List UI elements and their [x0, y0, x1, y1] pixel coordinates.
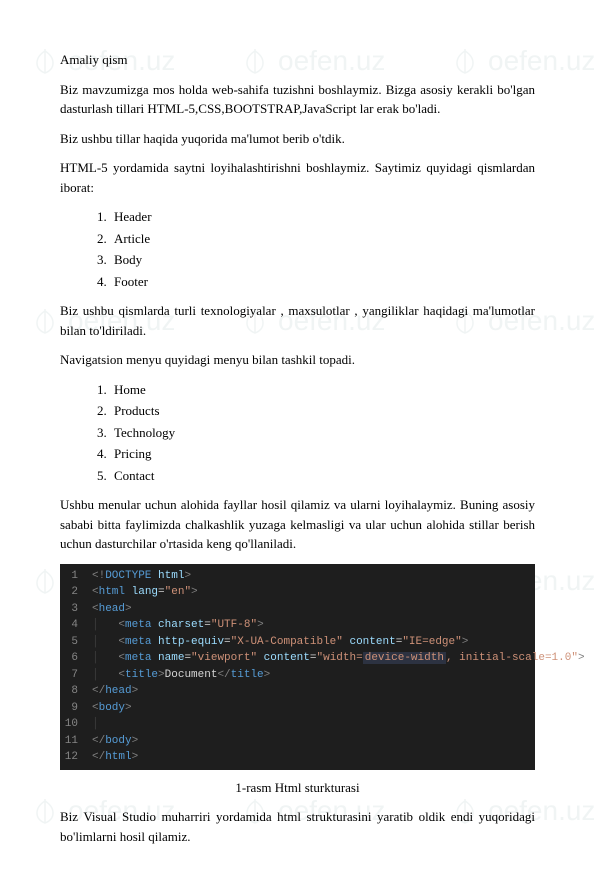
line-number: 11 [60, 733, 92, 750]
code-line: 9<body> [60, 700, 535, 717]
code-text: <html lang="en"> [92, 584, 535, 601]
document-content: Amaliy qism Biz mavzumizga mos holda web… [0, 0, 595, 896]
code-text: │ <meta name="viewport" content="width=d… [92, 650, 585, 667]
code-line: 8</head> [60, 683, 535, 700]
line-number: 3 [60, 601, 92, 618]
code-line: 6│ <meta name="viewport" content="width=… [60, 650, 535, 667]
code-text: </html> [92, 749, 535, 766]
line-number: 1 [60, 568, 92, 585]
paragraph-6: Ushbu menular uchun alohida fayllar hosi… [60, 495, 535, 554]
heading: Amaliy qism [60, 50, 535, 70]
code-line: 3<head> [60, 601, 535, 618]
paragraph-2: Biz ushbu tillar haqida yuqorida ma'lumo… [60, 129, 535, 149]
code-text: </body> [92, 733, 535, 750]
line-number: 5 [60, 634, 92, 651]
paragraph-5: Navigatsion menyu quyidagi menyu bilan t… [60, 350, 535, 370]
line-number: 12 [60, 749, 92, 766]
paragraph-4: Biz ushbu qismlarda turli texnologiyalar… [60, 301, 535, 340]
code-text: <!DOCTYPE html> [92, 568, 535, 585]
list-item: Body [110, 250, 535, 270]
paragraph-1: Biz mavzumizga mos holda web-sahifa tuzi… [60, 80, 535, 119]
code-line: 5│ <meta http-equiv="X-UA-Compatible" co… [60, 634, 535, 651]
code-text: │ <meta charset="UTF-8"> [92, 617, 535, 634]
list-item: Footer [110, 272, 535, 292]
line-number: 4 [60, 617, 92, 634]
code-line: 7│ <title>Document</title> [60, 667, 535, 684]
code-line: 4│ <meta charset="UTF-8"> [60, 617, 535, 634]
list-item: Technology [110, 423, 535, 443]
code-text: <body> [92, 700, 535, 717]
line-number: 6 [60, 650, 92, 667]
code-line: 10│ [60, 716, 535, 733]
code-line: 1<!DOCTYPE html> [60, 568, 535, 585]
figure-caption: 1-rasm Html sturkturasi [60, 778, 535, 798]
code-text: </head> [92, 683, 535, 700]
code-text: <head> [92, 601, 535, 618]
list-item: Products [110, 401, 535, 421]
list-item: Contact [110, 466, 535, 486]
paragraph-7: Biz Visual Studio muharriri yordamida ht… [60, 807, 535, 846]
paragraph-3: HTML-5 yordamida saytni loyihalashtirish… [60, 158, 535, 197]
list-item: Pricing [110, 444, 535, 464]
qismlar-list: Header Article Body Footer [60, 207, 535, 291]
line-number: 8 [60, 683, 92, 700]
line-number: 10 [60, 716, 92, 733]
line-number: 9 [60, 700, 92, 717]
line-number: 2 [60, 584, 92, 601]
line-number: 7 [60, 667, 92, 684]
list-item: Home [110, 380, 535, 400]
code-line: 2<html lang="en"> [60, 584, 535, 601]
code-text: │ <title>Document</title> [92, 667, 535, 684]
list-item: Article [110, 229, 535, 249]
code-line: 12</html> [60, 749, 535, 766]
code-text: │ [92, 716, 535, 733]
list-item: Header [110, 207, 535, 227]
menyu-list: Home Products Technology Pricing Contact [60, 380, 535, 486]
code-text: │ <meta http-equiv="X-UA-Compatible" con… [92, 634, 535, 651]
code-block-html-structure: 1<!DOCTYPE html>2<html lang="en">3<head>… [60, 564, 535, 770]
code-line: 11</body> [60, 733, 535, 750]
